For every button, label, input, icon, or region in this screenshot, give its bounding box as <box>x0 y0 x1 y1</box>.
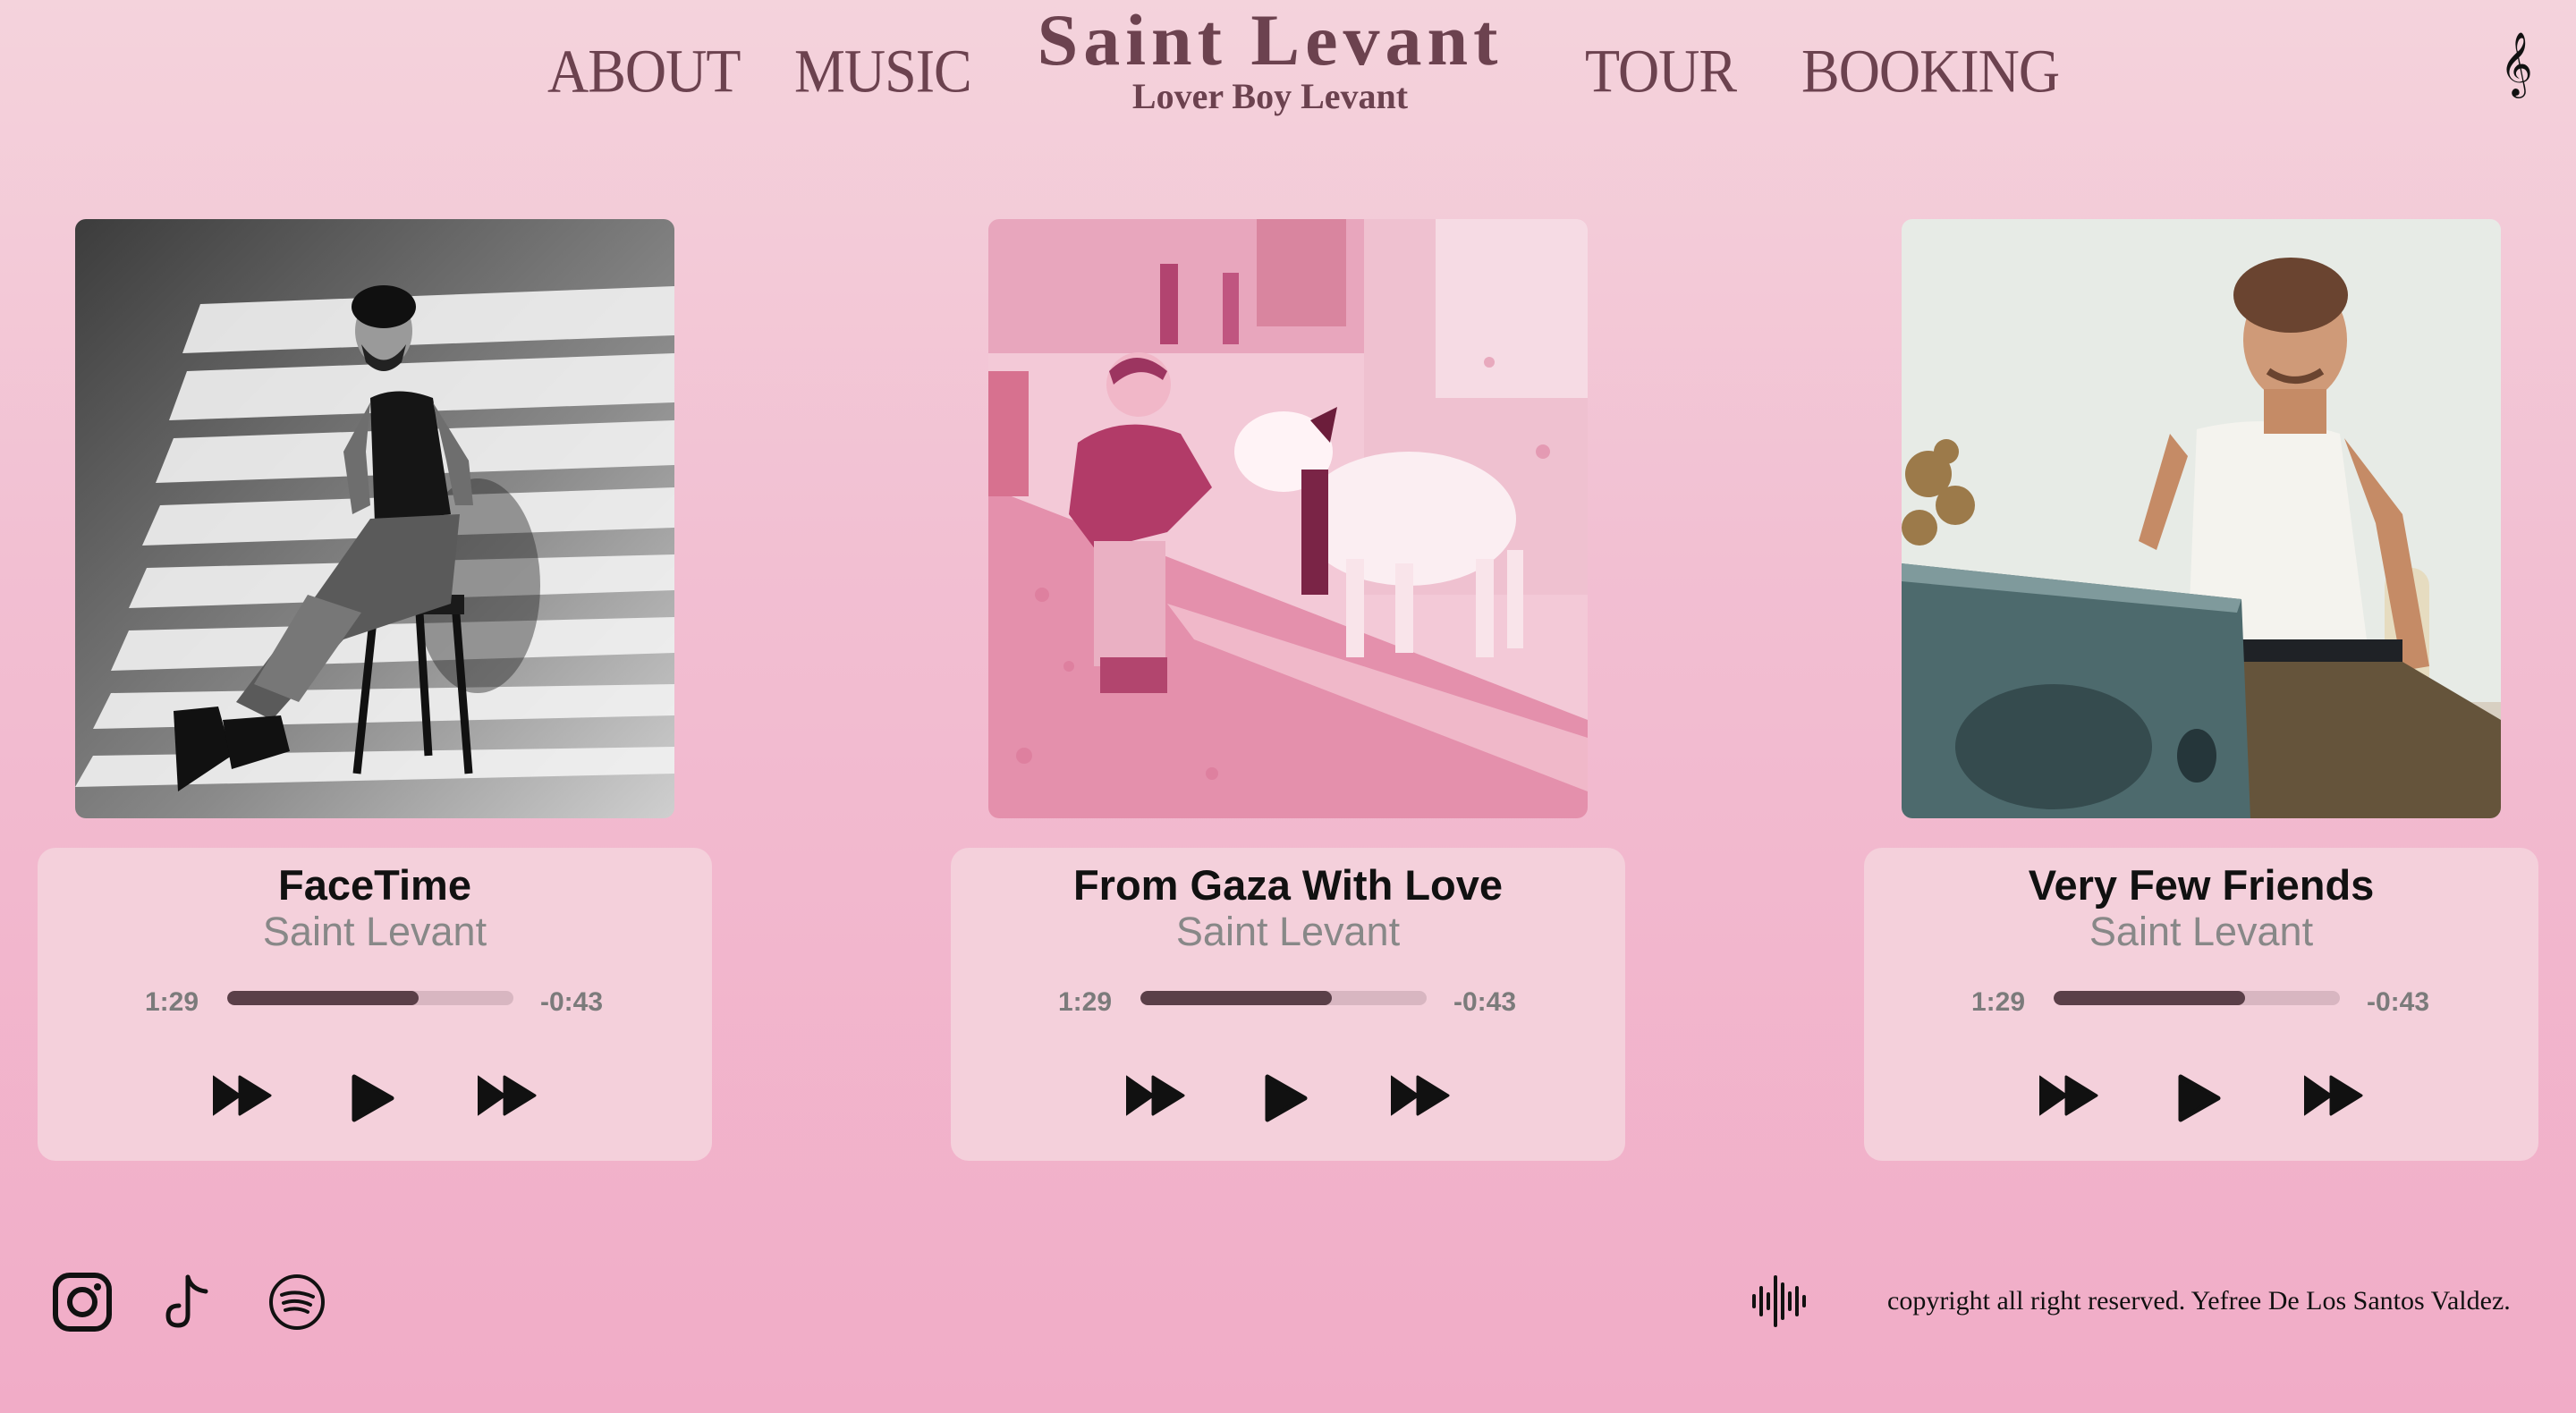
skip-forward-button[interactable] <box>1391 1074 1450 1117</box>
remaining-time: -0:43 <box>1453 987 1517 1017</box>
skip-back-icon <box>1126 1074 1185 1117</box>
audio-player: From Gaza With Love Saint Levant 1:29 -0… <box>951 848 1625 1161</box>
track-card: FaceTime Saint Levant 1:29 -0:43 <box>38 219 712 1162</box>
skip-back-icon <box>2039 1074 2098 1117</box>
sound-wave-icon[interactable] <box>1750 1272 1809 1335</box>
track-title: From Gaza With Love <box>1072 861 1504 909</box>
skip-back-button[interactable] <box>1126 1074 1185 1117</box>
skip-back-button[interactable] <box>2039 1074 2098 1117</box>
play-icon <box>351 1074 395 1122</box>
skip-forward-icon <box>2304 1074 2363 1117</box>
brand-logo[interactable]: Saint Levant Lover Boy Levant <box>966 0 1574 114</box>
track-artist: Saint Levant <box>2089 909 2314 954</box>
instagram-icon[interactable] <box>52 1272 113 1337</box>
album-art <box>1902 219 2501 818</box>
brand-subtitle: Lover Boy Levant <box>1131 76 1409 116</box>
elapsed-time: 1:29 <box>1971 987 2026 1017</box>
audio-player: FaceTime Saint Levant 1:29 -0:43 <box>38 848 712 1161</box>
elapsed-time: 1:29 <box>1058 987 1113 1017</box>
skip-forward-icon <box>478 1074 537 1117</box>
brand-title: Saint Levant <box>1037 0 1504 80</box>
track-title: Very Few Friends <box>2028 861 2375 909</box>
treble-clef-icon[interactable]: 𝄞 <box>2500 36 2533 91</box>
nav-music[interactable]: MUSIC <box>794 36 972 107</box>
progress-fill <box>2054 991 2246 1005</box>
progress-bar[interactable] <box>227 991 513 1005</box>
tiktok-icon[interactable] <box>161 1272 215 1337</box>
track-artist: Saint Levant <box>262 909 487 954</box>
elapsed-time: 1:29 <box>145 987 199 1017</box>
play-button[interactable] <box>1264 1074 1309 1122</box>
skip-forward-button[interactable] <box>2304 1074 2363 1117</box>
progress-bar[interactable] <box>1140 991 1427 1005</box>
play-icon <box>1264 1074 1309 1122</box>
audio-player: Very Few Friends Saint Levant 1:29 -0:43 <box>1864 848 2538 1161</box>
nav-tour[interactable]: TOUR <box>1585 36 1737 107</box>
remaining-time: -0:43 <box>540 987 604 1017</box>
progress-bar[interactable] <box>2054 991 2340 1005</box>
album-art <box>988 219 1588 818</box>
nav-about[interactable]: ABOUT <box>547 36 741 107</box>
spotify-icon[interactable] <box>267 1272 327 1337</box>
track-title: FaceTime <box>278 861 471 909</box>
progress-fill <box>227 991 419 1005</box>
copyright-text: copyright all right reserved. Yefree De … <box>1887 1286 2511 1316</box>
nav-booking[interactable]: BOOKING <box>1801 36 2060 107</box>
skip-back-button[interactable] <box>213 1074 272 1117</box>
track-card: From Gaza With Love Saint Levant 1:29 -0… <box>951 219 1625 1162</box>
progress-fill <box>1140 991 1333 1005</box>
skip-forward-icon <box>1391 1074 1450 1117</box>
play-button[interactable] <box>2177 1074 2222 1122</box>
play-button[interactable] <box>351 1074 395 1122</box>
track-artist: Saint Levant <box>1175 909 1401 954</box>
album-art <box>75 219 674 818</box>
track-card: Very Few Friends Saint Levant 1:29 -0:43 <box>1864 219 2538 1162</box>
skip-forward-button[interactable] <box>478 1074 537 1117</box>
remaining-time: -0:43 <box>2367 987 2430 1017</box>
play-icon <box>2177 1074 2222 1122</box>
skip-back-icon <box>213 1074 272 1117</box>
